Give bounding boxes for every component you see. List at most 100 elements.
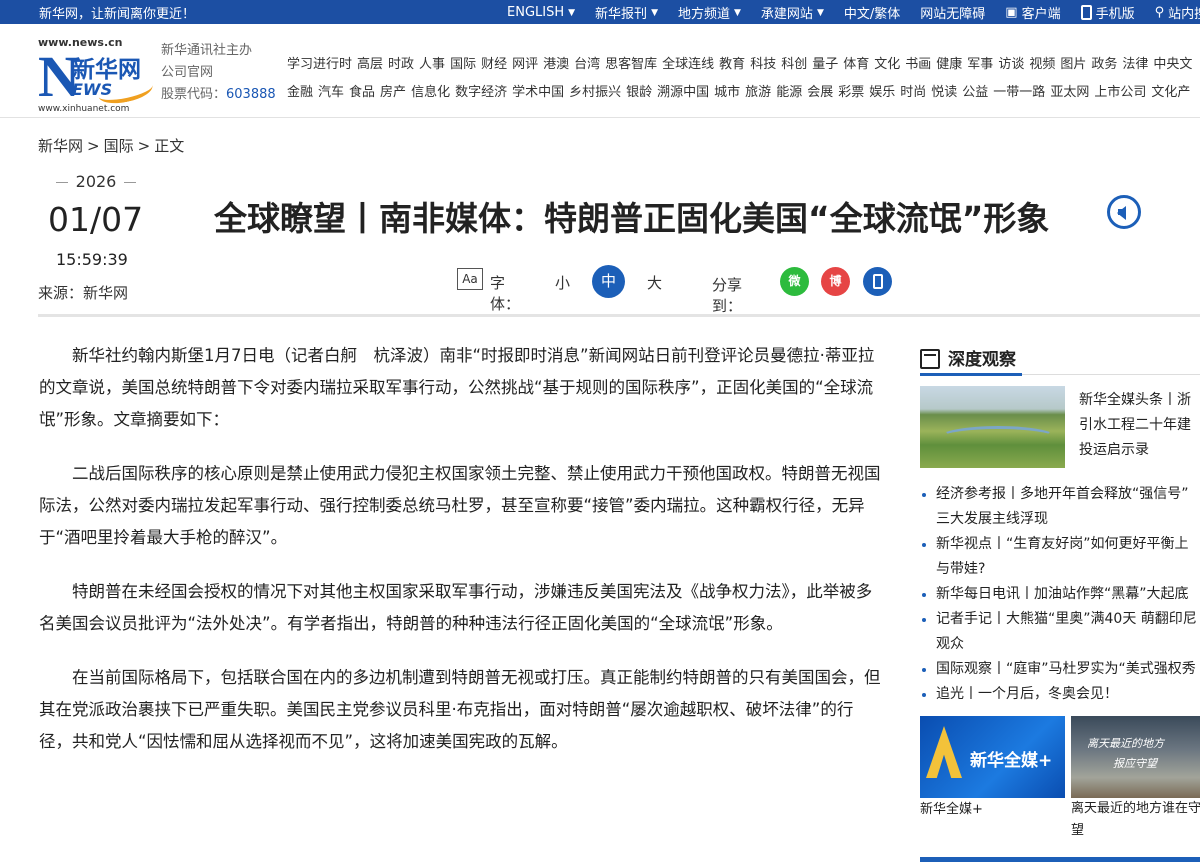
article-paragraph: 在当前国际格局下，包括联合国在内的多边机制遭到特朗普无视或打压。真正能制约特朗普… (39, 668, 881, 751)
phone-icon: ▣ (1005, 5, 1018, 20)
channel-nav-link[interactable]: 银龄 (626, 85, 652, 100)
channel-nav-link[interactable]: 城市 (714, 85, 740, 100)
site-logo[interactable]: www.news.cn N 新华网 EWS www.xinhuanet.com (38, 36, 155, 116)
channel-nav-link[interactable]: 一带一路 (993, 85, 1045, 100)
channel-nav-link[interactable]: 图片 (1060, 57, 1086, 72)
mobile-share-icon[interactable] (863, 267, 892, 296)
featured-thumbnail[interactable] (920, 386, 1065, 468)
stock-code[interactable]: 603888 (226, 87, 276, 102)
font-large-button[interactable]: 大 (647, 272, 662, 293)
channel-nav-link[interactable]: 时尚 (900, 85, 926, 100)
promo1-image-text: 新华全媒+ (970, 751, 1053, 771)
promo1-caption[interactable]: 新华全媒+ (920, 798, 983, 817)
top-nav-local[interactable]: 地方频道 ▼ (678, 3, 741, 22)
channel-nav-link[interactable]: 信息化 (411, 85, 450, 100)
share-label: 分享到： (712, 276, 743, 315)
sidebar-news-item[interactable]: 国际观察丨“庭审”马杜罗实为“美式强权秀 (920, 657, 1197, 682)
top-nav-built-sites[interactable]: 承建网站 ▼ (761, 3, 824, 22)
channel-nav-link[interactable]: 体育 (843, 57, 869, 72)
channel-nav-link[interactable]: 访谈 (998, 57, 1024, 72)
chevron-down-icon: ▼ (816, 7, 824, 18)
top-nav-traditional-label: 中文/繁体 (843, 7, 901, 22)
sidebar-news-item-cont[interactable]: 三大发展主线浮现 (920, 507, 1197, 532)
sidebar-news-item-cont[interactable]: 观众 (920, 632, 1197, 657)
sidebar-news-item[interactable]: 经济参考报丨多地开年首会释放“强信号” (920, 482, 1197, 507)
channel-nav-link[interactable]: 亚太网 (1050, 85, 1089, 100)
channel-nav-link[interactable]: 能源 (776, 85, 802, 100)
top-nav-mobile[interactable]: 手机版 (1080, 3, 1135, 22)
channel-nav-link[interactable]: 量子 (812, 57, 838, 72)
promo-xinhua-allmedia-image[interactable]: 新华全媒+ (920, 716, 1065, 798)
channel-nav-row2: 金融 汽车 食品 房产 信息化 数字经济 学术中国 乡村振兴 银龄 溯源中国 城市 旅游 能源 会展 彩票娱… (287, 81, 1200, 100)
top-bar: 新华网，让新闻离你更近！ ENGLISH ▼ 新华报刊 ▼ 地方频道 ▼ 承建网站 ▼ … (0, 0, 1200, 24)
chevron-down-icon: ▼ (651, 7, 658, 18)
top-nav-client[interactable]: ▣ 客户端 (1005, 3, 1060, 22)
sidebar-news-item-cont[interactable]: 与带娃? (920, 557, 1197, 582)
top-nav-accessibility-label: 网站无障碍 (920, 7, 986, 22)
channel-nav-link[interactable]: 科创 (781, 57, 807, 72)
channel-nav-link[interactable]: 公益 (962, 85, 988, 100)
channel-nav-link[interactable]: 金融 (287, 85, 313, 100)
channel-nav-link[interactable]: 台湾 (574, 57, 600, 72)
promo2-caption-line1: 离天最近的地方谁在守 (1071, 801, 1200, 816)
sidebar-news-item[interactable]: 新华视点丨“生育友好岗”如何更好平衡上 (920, 532, 1197, 557)
top-nav-search[interactable]: ⚲站内搜 (1155, 3, 1200, 22)
sidebar-heading-text: 深度观察 (948, 350, 1016, 370)
channel-nav-link[interactable]: 教育 (719, 57, 745, 72)
channel-nav-link[interactable]: 高层 (357, 57, 383, 72)
channel-nav-link[interactable]: 时政 (388, 57, 414, 72)
channel-nav-link[interactable]: 思客智库 (605, 57, 657, 72)
channel-nav-link[interactable]: 会展 (807, 85, 833, 100)
top-nav-english[interactable]: ENGLISH ▼ (507, 3, 575, 22)
stock-label: 股票代码： (161, 87, 227, 102)
channel-nav-link[interactable]: 彩票 (838, 85, 864, 100)
weibo-share-icon[interactable]: 博 (821, 267, 850, 296)
channel-nav-link[interactable]: 科技 (750, 57, 776, 72)
channel-nav-link[interactable]: 政务 (1091, 57, 1117, 72)
featured-link[interactable]: 新华全媒头条丨浙 引水工程二十年建 投运启示录 (1079, 388, 1200, 463)
channel-nav-link[interactable]: 财经 (481, 57, 507, 72)
channel-nav-link[interactable]: 学术中国 (512, 85, 564, 100)
channel-nav-link[interactable]: 网评 (512, 57, 538, 72)
channel-nav-link[interactable]: 乡村振兴 (569, 85, 621, 100)
speaker-icon[interactable] (1107, 195, 1141, 229)
channel-nav-link[interactable]: 溯源中国 (657, 85, 709, 100)
channel-nav-link[interactable]: 军事 (967, 57, 993, 72)
channel-nav-link[interactable]: 数字经济 (455, 85, 507, 100)
wechat-share-icon[interactable]: 微 (780, 267, 809, 296)
breadcrumb-section[interactable]: 国际 (104, 137, 134, 155)
breadcrumb-home[interactable]: 新华网 (38, 137, 83, 155)
channel-nav-link[interactable]: 全球连线 (662, 57, 714, 72)
sidebar-news-item[interactable]: 新华每日电讯丨加油站作弊“黑幕”大起底 (920, 582, 1197, 607)
sidebar-news-item[interactable]: 记者手记丨大熊猫“里奥”满40天 萌翻印尼 (920, 607, 1197, 632)
promo2-caption[interactable]: 离天最近的地方谁在守 望 (1071, 798, 1200, 842)
channel-nav-link[interactable]: 人事 (419, 57, 445, 72)
channel-nav-link[interactable]: 视频 (1029, 57, 1055, 72)
channel-nav-link[interactable]: 中央文 (1153, 57, 1192, 72)
sidebar-news-item[interactable]: 追光丨一个月后，冬奥会见！ (920, 682, 1197, 707)
channel-nav-link[interactable]: 书画 (905, 57, 931, 72)
channel-nav-link[interactable]: 上市公司 (1094, 85, 1146, 100)
channel-nav-link[interactable]: 娱乐 (869, 85, 895, 100)
channel-nav-link[interactable]: 文化 (874, 57, 900, 72)
top-nav-newspapers-label: 新华报刊 (595, 7, 648, 22)
breadcrumb-sep: > (87, 137, 100, 155)
channel-nav-link[interactable]: 旅游 (745, 85, 771, 100)
font-medium-button[interactable]: 中 (592, 265, 625, 298)
channel-nav-link[interactable]: 学习进行时 (287, 57, 352, 72)
channel-nav-link[interactable]: 国际 (450, 57, 476, 72)
channel-nav-link[interactable]: 健康 (936, 57, 962, 72)
logo-url-bottom: www.xinhuanet.com (38, 104, 130, 114)
top-nav-newspapers[interactable]: 新华报刊 ▼ (595, 3, 658, 22)
top-nav-accessibility[interactable]: 网站无障碍 (920, 3, 985, 22)
top-nav-traditional[interactable]: 中文/繁体 (844, 3, 900, 22)
channel-nav-link[interactable]: 房产 (380, 85, 406, 100)
channel-nav-link[interactable]: 食品 (349, 85, 375, 100)
channel-nav-link[interactable]: 法律 (1122, 57, 1148, 72)
font-small-button[interactable]: 小 (555, 272, 570, 293)
promo-highland-image[interactable]: 离天最近的地方 报应守望 (1071, 716, 1200, 798)
channel-nav-link[interactable]: 悦读 (931, 85, 957, 100)
channel-nav-link[interactable]: 汽车 (318, 85, 344, 100)
channel-nav-link[interactable]: 港澳 (543, 57, 569, 72)
channel-nav-link[interactable]: 文化产 (1151, 85, 1190, 100)
